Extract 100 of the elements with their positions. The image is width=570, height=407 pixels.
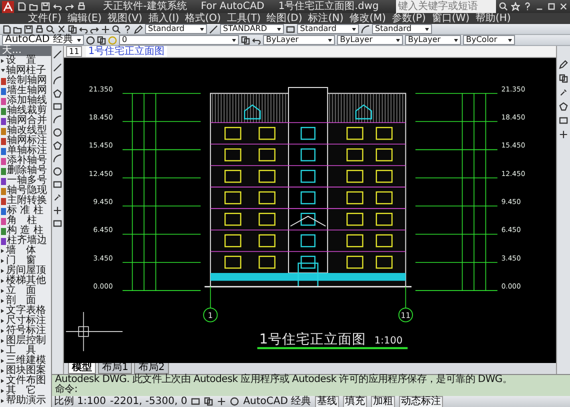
drawing-tab[interactable]: 1号住宅正立面图 [86, 46, 167, 57]
move-icon[interactable] [559, 130, 568, 139]
rectangle-icon[interactable] [53, 219, 62, 228]
copy-icon[interactable] [559, 74, 568, 83]
open-folder-icon[interactable] [29, 2, 38, 11]
menu-item[interactable]: 视图(V) [108, 13, 142, 24]
cut-icon[interactable] [57, 24, 66, 34]
arc-icon[interactable] [53, 154, 62, 163]
polygon-icon[interactable] [53, 89, 62, 98]
panel-command[interactable]: 轴网标注 [0, 136, 51, 146]
expand-arrow-icon[interactable] [1, 279, 5, 283]
expand-arrow-icon[interactable] [1, 309, 5, 313]
panel-command[interactable]: 角 柱 [0, 216, 51, 226]
new-file-icon[interactable] [2, 24, 11, 34]
panel-category[interactable]: 楼梯其他 [0, 276, 51, 286]
expand-arrow-icon[interactable] [1, 269, 5, 273]
panel-category[interactable]: 符号标注 [0, 326, 51, 336]
status-toggle[interactable]: 加粗 [371, 396, 396, 407]
expand-arrow-icon[interactable] [1, 389, 5, 393]
color-dropdown[interactable]: ByLayer [263, 35, 335, 45]
layer-dropdown[interactable]: 0 [119, 35, 239, 45]
expand-arrow-icon[interactable] [1, 69, 5, 73]
panel-category[interactable]: 文字表格 [0, 306, 51, 316]
expand-arrow-icon[interactable] [1, 359, 5, 363]
panel-command[interactable]: 一轴多号 [0, 176, 51, 186]
linetype-dropdown[interactable]: ByLayer [337, 35, 403, 45]
multileader-style-icon[interactable] [361, 24, 370, 34]
menu-item[interactable]: 修改(M) [350, 13, 386, 24]
panel-category[interactable]: 房间屋顶 [0, 266, 51, 276]
save-icon[interactable] [24, 24, 33, 34]
status-toggle[interactable]: 填充 [343, 396, 368, 407]
status-toggle[interactable]: 动态标注 [399, 396, 444, 407]
maximize-icon[interactable] [547, 2, 556, 11]
workspace-dropdown[interactable]: AutoCAD 经典 [2, 35, 84, 45]
panel-category[interactable]: 文件布图 [0, 376, 51, 386]
menu-item[interactable]: 编辑(E) [68, 13, 102, 24]
panel-category[interactable]: 三维建模 [0, 356, 51, 366]
panel-command[interactable]: 单轴标注 [0, 146, 51, 156]
zoom-icon[interactable] [112, 24, 121, 34]
panel-category[interactable]: 工 具 [0, 346, 51, 356]
redo-icon[interactable] [65, 2, 74, 11]
panel-category[interactable]: 剖 面 [0, 296, 51, 306]
panel-command[interactable]: 添加轴线 [0, 96, 51, 106]
status-toggle[interactable]: 基线 [315, 396, 340, 407]
dimension-style-dropdown[interactable]: STANDARD [220, 24, 284, 34]
panel-command[interactable]: 删除轴号 [0, 166, 51, 176]
zoom-icon[interactable] [46, 24, 55, 34]
command-prompt[interactable]: 命令: [55, 385, 570, 395]
multileader-style-dropdown[interactable]: Standard [372, 24, 432, 34]
star-icon[interactable] [511, 2, 520, 11]
rectangle-icon[interactable] [53, 180, 62, 189]
polygon-icon[interactable] [53, 141, 62, 150]
menu-item[interactable]: 工具(T) [226, 13, 261, 24]
menu-item[interactable]: 格式(O) [185, 13, 221, 24]
close-icon[interactable] [559, 2, 568, 11]
pencil-icon[interactable] [559, 60, 568, 69]
rectangle-icon[interactable] [53, 102, 62, 111]
expand-arrow-icon[interactable] [1, 329, 5, 333]
panel-category[interactable]: 其 它 [0, 386, 51, 396]
undo-icon[interactable] [79, 24, 88, 34]
panel-category[interactable]: 轴网柱子 [0, 66, 51, 76]
expand-arrow-icon[interactable] [1, 249, 5, 253]
expand-arrow-icon[interactable] [1, 399, 5, 403]
redo-icon[interactable] [90, 24, 99, 34]
panel-command[interactable]: 构 造 柱 [0, 226, 51, 236]
app-logo-icon[interactable] [2, 0, 14, 12]
menu-item[interactable]: 帮助(H) [476, 13, 511, 24]
panel-command[interactable]: 添补轴号 [0, 156, 51, 166]
panel-command[interactable]: 轴改线型 [0, 126, 51, 136]
help-icon[interactable] [523, 2, 532, 11]
expand-arrow-icon[interactable] [1, 59, 5, 63]
text-style-icon[interactable] [134, 24, 143, 34]
copy-icon[interactable] [68, 24, 77, 34]
expand-arrow-icon[interactable] [1, 349, 5, 353]
line-icon[interactable] [53, 63, 62, 72]
scale-indicator[interactable]: 比例 1:100 [54, 396, 106, 406]
menu-item[interactable]: 参数(P) [392, 13, 426, 24]
panel-command[interactable]: 轴网合并 [0, 116, 51, 126]
arc-icon[interactable] [53, 76, 62, 85]
panel-category[interactable]: 立 面 [0, 286, 51, 296]
panel-command[interactable]: 主附转换 [0, 196, 51, 206]
dimension-style-icon[interactable] [209, 24, 218, 34]
menu-item[interactable]: 绘图(D) [266, 13, 302, 24]
help-icon[interactable] [123, 24, 132, 34]
text-style-dropdown[interactable]: Standard [145, 24, 207, 34]
panel-category[interactable]: 帮助演示 [0, 396, 51, 406]
menu-item[interactable]: 插入(I) [148, 13, 180, 24]
panel-command[interactable]: 轴线裁剪 [0, 106, 51, 116]
expand-arrow-icon[interactable] [1, 369, 5, 373]
menu-item[interactable]: 文件(F) [28, 13, 62, 24]
expand-arrow-icon[interactable] [1, 299, 5, 303]
panel-command[interactable]: 绘制轴网 [0, 76, 51, 86]
table-style-icon[interactable] [286, 24, 295, 34]
table-style-dropdown[interactable]: Standard [297, 24, 359, 34]
expand-arrow-icon[interactable] [1, 379, 5, 383]
panel-command[interactable]: 轴号隐现 [0, 186, 51, 196]
panel-category[interactable]: 图块图案 [0, 366, 51, 376]
lineweight-dropdown[interactable]: ByLayer [405, 35, 461, 45]
panel-command[interactable]: 墙生轴网 [0, 86, 51, 96]
panel-command[interactable]: 柱齐墙边 [0, 236, 51, 246]
